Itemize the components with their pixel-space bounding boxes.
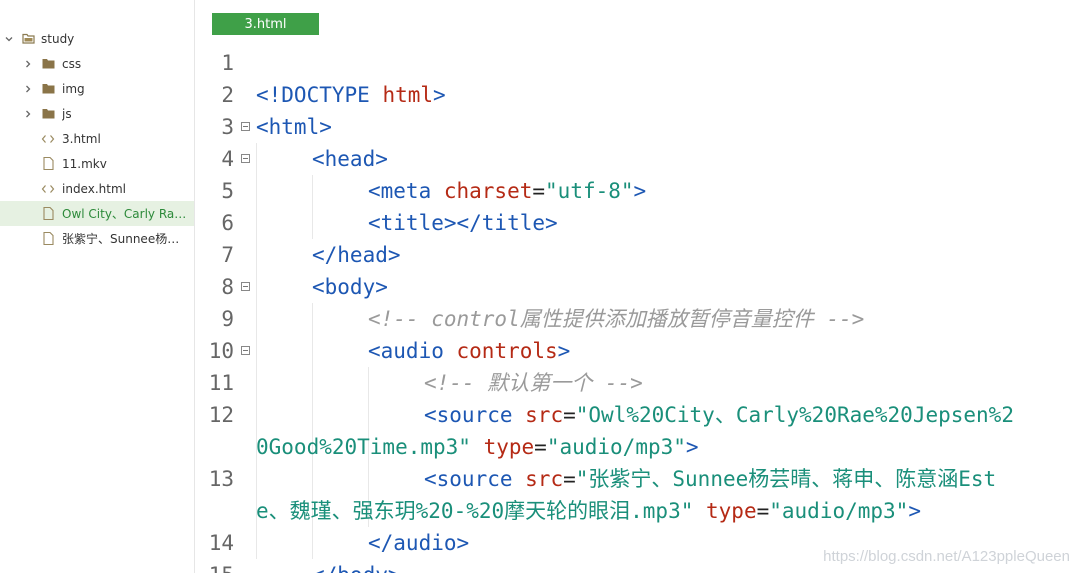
file-explorer: study css img js 3.html 11.mkv index.htm… bbox=[0, 0, 195, 573]
line-number: 11 bbox=[208, 371, 234, 395]
tree-item-zhangziyu-mp3[interactable]: 张紫宁、Sunnee杨芸... bbox=[0, 226, 194, 251]
line-number: 4 bbox=[221, 147, 234, 171]
tree-item-11-mkv[interactable]: 11.mkv bbox=[0, 151, 194, 176]
code-text: e、魏瑾、强东玥%20-%20摩天轮的眼泪.mp3" type="audio/m… bbox=[256, 499, 921, 523]
tree-label: 11.mkv bbox=[62, 156, 107, 171]
line-number: 5 bbox=[221, 179, 234, 203]
code-line[interactable]: 8 <body> bbox=[196, 271, 1078, 303]
code-file-icon bbox=[41, 182, 55, 196]
code-text: <html> bbox=[256, 115, 332, 139]
code-text: <body> bbox=[312, 275, 388, 299]
line-number: 3 bbox=[221, 115, 234, 139]
line-number: 2 bbox=[221, 83, 234, 107]
code-line[interactable]: 4 <head> bbox=[196, 143, 1078, 175]
fold-icon[interactable] bbox=[241, 122, 250, 131]
code-line[interactable]: 13 <source src="张紫宁、Sunnee杨芸晴、蒋申、陈意涵Est bbox=[196, 463, 1078, 495]
code-text: <source src="Owl%20City、Carly%20Rae%20Je… bbox=[424, 403, 1014, 427]
tree-root-study[interactable]: study bbox=[0, 26, 194, 51]
code-comment: <!-- 默认第一个 --> bbox=[424, 371, 643, 395]
code-line[interactable]: 6 <title></title> bbox=[196, 207, 1078, 239]
code-line[interactable]: 2 <!DOCTYPE html> bbox=[196, 79, 1078, 111]
line-number: 8 bbox=[221, 275, 234, 299]
code-line[interactable]: 9 <!-- control属性提供添加播放暂停音量控件 --> bbox=[196, 303, 1078, 335]
file-icon bbox=[41, 157, 55, 171]
tree-label: Owl City、Carly Rae... bbox=[62, 207, 190, 221]
tree-label: css bbox=[62, 56, 82, 71]
code-line[interactable]: 3 <html> bbox=[196, 111, 1078, 143]
line-number: 10 bbox=[208, 339, 234, 363]
line-number: 15 bbox=[196, 559, 234, 573]
code-comment: <!-- control属性提供添加播放暂停音量控件 --> bbox=[368, 307, 865, 331]
code-text: <title></title> bbox=[368, 211, 558, 235]
fold-icon[interactable] bbox=[241, 282, 250, 291]
code-text: <head> bbox=[312, 147, 388, 171]
tree-label: index.html bbox=[62, 181, 126, 196]
tree-item-index-html[interactable]: index.html bbox=[0, 176, 194, 201]
file-icon bbox=[41, 207, 55, 221]
line-number: 12 bbox=[208, 403, 234, 427]
tree-label: 张紫宁、Sunnee杨芸... bbox=[62, 232, 190, 246]
code-text: <meta charset="utf-8"> bbox=[368, 179, 647, 203]
folder-icon bbox=[41, 82, 55, 96]
code-text: </body> bbox=[312, 559, 401, 573]
code-line[interactable]: 1 bbox=[196, 47, 1078, 79]
code-line[interactable]: 12 <source src="Owl%20City、Carly%20Rae%2… bbox=[196, 399, 1078, 431]
chevron-down-icon[interactable] bbox=[4, 34, 14, 44]
tree-label: js bbox=[62, 106, 72, 121]
tree-item-css[interactable]: css bbox=[0, 51, 194, 76]
code-text: </head> bbox=[312, 243, 401, 267]
tree-label: img bbox=[62, 81, 85, 96]
chevron-right-icon[interactable] bbox=[23, 84, 33, 94]
tree-item-js[interactable]: js bbox=[0, 101, 194, 126]
code-line[interactable]: 7 </head> bbox=[196, 239, 1078, 271]
watermark: https://blog.csdn.net/A123ppleQueen bbox=[823, 548, 1070, 565]
code-line[interactable]: 11 <!-- 默认第一个 --> bbox=[196, 367, 1078, 399]
tree-item-img[interactable]: img bbox=[0, 76, 194, 101]
code-line[interactable]: 5 <meta charset="utf-8"> bbox=[196, 175, 1078, 207]
code-text: <!DOCTYPE html> bbox=[256, 83, 446, 107]
fold-icon[interactable] bbox=[241, 346, 250, 355]
line-number: 14 bbox=[208, 531, 234, 555]
chevron-right-icon[interactable] bbox=[23, 59, 33, 69]
folder-open-icon bbox=[21, 32, 35, 46]
line-number: 6 bbox=[221, 211, 234, 235]
line-number: 7 bbox=[221, 243, 234, 267]
line-number: 9 bbox=[221, 307, 234, 331]
line-number: 1 bbox=[221, 51, 234, 75]
file-icon bbox=[41, 232, 55, 246]
code-text: 0Good%20Time.mp3" type="audio/mp3"> bbox=[256, 435, 699, 459]
code-text: </audio> bbox=[368, 531, 470, 555]
code-text: <source src="张紫宁、Sunnee杨芸晴、蒋申、陈意涵Est bbox=[424, 467, 997, 491]
folder-icon bbox=[41, 57, 55, 71]
tree-label: study bbox=[41, 31, 75, 46]
code-editor[interactable]: 3.html 1 2 <!DOCTYPE html> 3 <html> 4 <h… bbox=[196, 0, 1078, 573]
tab-3-html[interactable]: 3.html bbox=[212, 13, 319, 35]
code-text: <audio controls> bbox=[368, 339, 571, 363]
code-line-wrap[interactable]: 0Good%20Time.mp3" type="audio/mp3"> bbox=[196, 431, 1078, 463]
line-number: 13 bbox=[208, 467, 234, 491]
chevron-right-icon[interactable] bbox=[23, 109, 33, 119]
folder-icon bbox=[41, 107, 55, 121]
tree-item-3-html[interactable]: 3.html bbox=[0, 126, 194, 151]
code-file-icon bbox=[41, 132, 55, 146]
fold-icon[interactable] bbox=[241, 154, 250, 163]
code-line[interactable]: 10 <audio controls> bbox=[196, 335, 1078, 367]
tree-label: 3.html bbox=[62, 131, 101, 146]
tree-item-owl-city-mp3[interactable]: Owl City、Carly Rae... bbox=[0, 201, 194, 226]
code-line-wrap[interactable]: e、魏瑾、强东玥%20-%20摩天轮的眼泪.mp3" type="audio/m… bbox=[196, 495, 1078, 527]
